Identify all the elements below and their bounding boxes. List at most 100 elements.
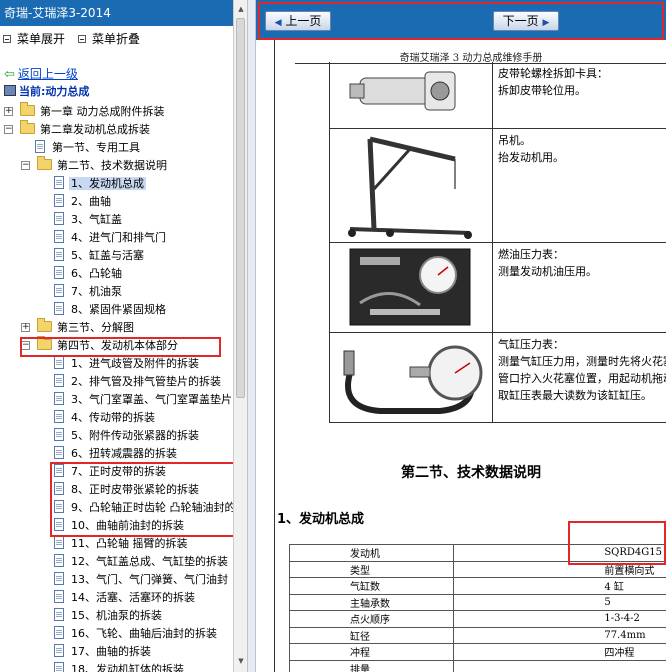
- document-icon: [54, 302, 64, 315]
- table-row: 排量: [288, 659, 666, 672]
- scroll-down-icon[interactable]: ▼: [236, 656, 246, 666]
- tool-row: 燃油压力表： 测量发动机油压用。: [329, 243, 666, 333]
- tree-doc-item[interactable]: 12、气缸盖总成、气缸垫的拆装: [54, 553, 230, 571]
- tool-row: 皮带轮螺栓拆卸卡具： 拆卸皮带轮位用。: [329, 62, 666, 129]
- tool-image: [330, 62, 493, 128]
- document-icon: [54, 248, 64, 261]
- pulley-tool-icon: [349, 71, 456, 111]
- fuel-pressure-gauge-icon: [349, 248, 471, 326]
- menu-buttons: 菜单展开 菜单折叠: [0, 32, 233, 48]
- tool-desc-line: 取缸压表最大读数为该缸缸压。: [498, 389, 652, 402]
- tree-doc-item[interactable]: 3、气缸盖: [54, 211, 124, 229]
- tree-doc-item[interactable]: 6、凸轮轴: [54, 265, 124, 283]
- tree-item-label: 1、进气歧管及附件的拆装: [71, 357, 199, 370]
- document-icon: [54, 554, 64, 567]
- back-arrow-icon: ⇦: [4, 67, 15, 82]
- collapse-node-icon[interactable]: −: [21, 161, 30, 170]
- table-row: 缸径 77.4mm: [288, 626, 666, 644]
- tree-doc-item[interactable]: 17、曲轴的拆装: [54, 643, 153, 661]
- tool-description: 皮带轮螺栓拆卸卡具： 拆卸皮带轮位用。: [498, 65, 608, 99]
- tree-doc-item[interactable]: 15、机油泵的拆装: [54, 607, 164, 625]
- expand-menu-button[interactable]: 菜单展开: [3, 32, 65, 46]
- tree-doc-item[interactable]: 6、扭转减震器的拆装: [54, 445, 179, 463]
- table-row: 冲程 四冲程: [288, 643, 666, 661]
- tree-doc-item[interactable]: 1、发动机总成: [54, 175, 146, 193]
- spec-key: 主轴承数: [288, 593, 455, 611]
- document-icon: [54, 356, 64, 369]
- tree-item-label: 第二章发动机总成拆装: [40, 123, 150, 136]
- document-icon: [54, 536, 64, 549]
- annotation-box-items: [50, 462, 233, 537]
- expand-node-icon[interactable]: +: [21, 323, 30, 332]
- tree-item-label: 第二节、技术数据说明: [57, 159, 167, 172]
- manual-page: 奇瑞艾瑞泽 3 动力总成维修手册 皮带轮螺栓拆卸卡具： 拆卸皮带轮位用。 吊机。…: [274, 40, 666, 672]
- tree-folder-item[interactable]: − 第二章发动机总成拆装: [4, 120, 152, 139]
- tree-doc-item[interactable]: 2、排气管及排气管垫片的拆装: [54, 373, 223, 391]
- pane-divider[interactable]: [247, 0, 256, 672]
- table-row: 主轴承数 5: [288, 593, 666, 611]
- scrollbar-thumb[interactable]: [236, 18, 245, 398]
- spec-key: 点火顺序: [288, 610, 455, 628]
- collapse-node-icon[interactable]: −: [4, 125, 13, 134]
- document-icon: [54, 428, 64, 441]
- scroll-up-icon[interactable]: ▲: [236, 4, 246, 14]
- spec-value: 5: [453, 593, 666, 611]
- spec-value: [453, 659, 666, 672]
- document-icon: [54, 392, 64, 405]
- tree-item-label: 16、飞轮、曲轴后油封的拆装: [71, 627, 217, 640]
- spec-key: 缸径: [288, 626, 455, 644]
- current-location: 当前:动力总成: [4, 84, 89, 100]
- spec-key: 排量: [288, 659, 455, 672]
- tree-doc-item[interactable]: 1、进气歧管及附件的拆装: [54, 355, 201, 373]
- document-icon: [54, 626, 64, 639]
- tree-doc-item[interactable]: 第一节、专用工具: [35, 139, 142, 157]
- document-icon: [54, 266, 64, 279]
- compression-gauge-icon: [343, 345, 483, 414]
- tree-item-label: 2、排气管及排气管垫片的拆装: [71, 375, 221, 388]
- tree-doc-item[interactable]: 14、活塞、活塞环的拆装: [54, 589, 197, 607]
- tree-folder-item[interactable]: + 第三节、分解图: [21, 318, 136, 337]
- tool-desc-line: 拆卸皮带轮位用。: [498, 84, 586, 97]
- tree-scrollbar[interactable]: ▲ ▼: [233, 0, 247, 672]
- tree-doc-item[interactable]: 4、传动带的拆装: [54, 409, 157, 427]
- document-icon: [54, 608, 64, 621]
- tree-doc-item[interactable]: 5、缸盖与活塞: [54, 247, 146, 265]
- tree-doc-item[interactable]: 18、发动机缸体的拆装: [54, 661, 186, 672]
- spec-key: 发动机: [288, 544, 455, 562]
- tree-doc-item[interactable]: 7、机油泵: [54, 283, 124, 301]
- tree-doc-item[interactable]: 4、进气门和排气门: [54, 229, 168, 247]
- collapse-icon: [78, 35, 86, 43]
- tree-doc-item[interactable]: 13、气门、气门弹簧、气门油封: [54, 571, 230, 589]
- document-pane: ◀ 上一页 下一页 ▶ 奇瑞艾瑞泽 3 动力总成维修手册 皮带轮螺栓拆卸卡具： …: [256, 0, 666, 672]
- back-link[interactable]: ⇦ 返回上一级: [4, 66, 78, 82]
- tree-doc-item[interactable]: 2、曲轴: [54, 193, 113, 211]
- tool-desc-line: 燃油压力表：: [498, 248, 564, 261]
- tree-item-label: 11、凸轮轴 摇臂的拆装: [71, 537, 188, 550]
- tree-folder-item[interactable]: − 第二节、技术数据说明: [21, 156, 169, 175]
- tool-desc-line: 吊机。: [498, 134, 531, 147]
- tree-doc-item[interactable]: 3、气门室罩盖、气门室罩盖垫片: [54, 391, 233, 409]
- tree-doc-item[interactable]: 5、附件传动张紧器的拆装: [54, 427, 201, 445]
- document-icon: [54, 230, 64, 243]
- document-icon: [54, 590, 64, 603]
- tool-row: 吊机。 抬发动机用。: [329, 129, 666, 243]
- document-icon: [54, 446, 64, 459]
- tool-description: 吊机。 抬发动机用。: [498, 132, 564, 166]
- tree-folder-item[interactable]: + 第一章 动力总成附件拆装: [4, 102, 167, 121]
- collapse-menu-button[interactable]: 菜单折叠: [78, 32, 140, 46]
- tree-title: 奇瑞-艾瑞泽3-2014: [0, 0, 233, 26]
- tree-item-label: 8、紧固件紧固规格: [71, 303, 166, 316]
- tree-doc-item[interactable]: 11、凸轮轴 摇臂的拆装: [54, 535, 190, 553]
- tree-item-label: 3、气门室罩盖、气门室罩盖垫片: [71, 393, 232, 406]
- table-row: 气缸数 4 缸: [288, 577, 666, 595]
- document-icon: [54, 644, 64, 657]
- tree-item-label: 5、缸盖与活塞: [71, 249, 144, 262]
- spec-value: 1-3-4-2: [453, 610, 666, 628]
- spec-key: 冲程: [288, 643, 455, 661]
- tree-doc-item[interactable]: 8、紧固件紧固规格: [54, 301, 168, 319]
- tree-doc-item[interactable]: 16、飞轮、曲轴后油封的拆装: [54, 625, 219, 643]
- document-icon: [54, 410, 64, 423]
- tool-desc-line: 测量发动机油压用。: [498, 265, 597, 278]
- expand-node-icon[interactable]: +: [4, 107, 13, 116]
- document-icon: [54, 284, 64, 297]
